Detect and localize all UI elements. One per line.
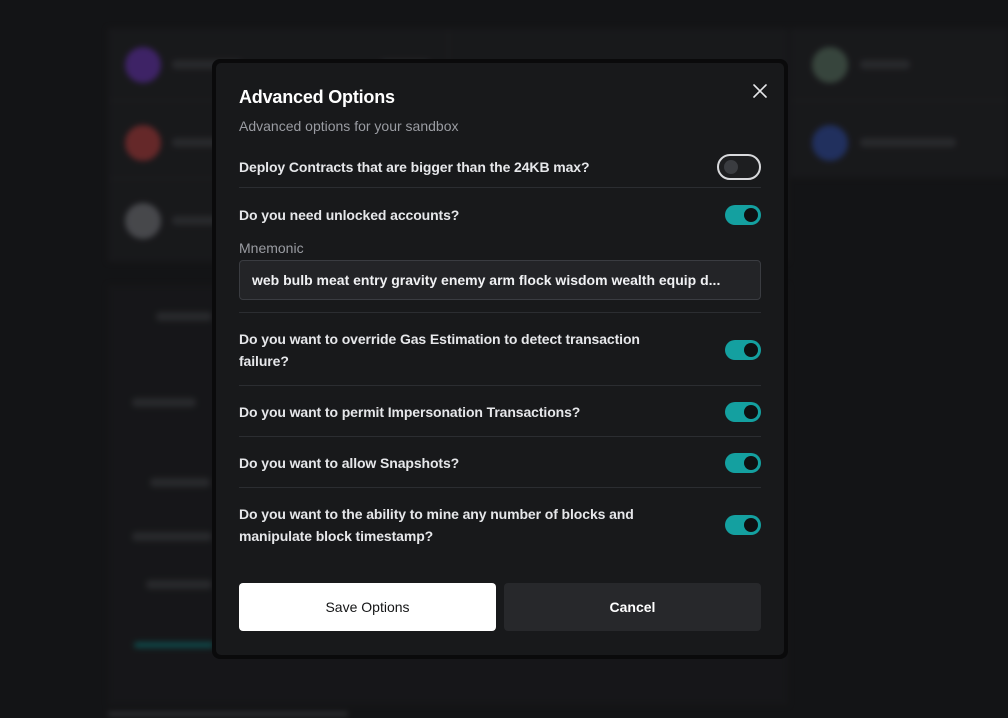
option-mine-blocks: Do you want to the ability to mine any n… — [239, 503, 761, 547]
option-impersonation: Do you want to permit Impersonation Tran… — [239, 401, 761, 423]
mnemonic-label: Mnemonic — [239, 240, 304, 256]
toggle-knob — [744, 405, 758, 419]
modal-body: Advanced Options Advanced options for yo… — [216, 63, 784, 655]
toggle-knob — [724, 160, 738, 174]
toggle-knob — [744, 343, 758, 357]
toggle-knob — [744, 456, 758, 470]
option-label: Do you need unlocked accounts? — [239, 207, 460, 223]
divider — [239, 187, 761, 188]
option-label: Do you want to permit Impersonation Tran… — [239, 404, 581, 420]
divider — [239, 312, 761, 313]
toggle-large-contracts[interactable] — [717, 154, 761, 180]
close-button[interactable] — [748, 79, 772, 103]
mnemonic-input[interactable] — [239, 260, 761, 300]
close-icon — [753, 84, 767, 98]
save-options-button[interactable]: Save Options — [239, 583, 496, 631]
toggle-unlocked-accounts[interactable] — [725, 205, 761, 225]
toggle-mine-blocks[interactable] — [725, 515, 761, 535]
modal-title: Advanced Options — [239, 87, 395, 107]
divider — [239, 385, 761, 386]
toggle-knob — [744, 208, 758, 222]
option-label: Deploy Contracts that are bigger than th… — [239, 159, 590, 175]
option-label: Do you want to allow Snapshots? — [239, 455, 460, 471]
toggle-knob — [744, 518, 758, 532]
option-snapshots: Do you want to allow Snapshots? — [239, 452, 761, 474]
divider — [239, 436, 761, 437]
option-large-contracts: Deploy Contracts that are bigger than th… — [239, 152, 761, 182]
toggle-snapshots[interactable] — [725, 453, 761, 473]
option-label: Do you want to the ability to mine any n… — [239, 506, 634, 544]
divider — [239, 487, 761, 488]
option-label: Do you want to override Gas Estimation t… — [239, 331, 640, 369]
cancel-button[interactable]: Cancel — [504, 583, 761, 631]
modal-subtitle: Advanced options for your sandbox — [239, 118, 459, 134]
toggle-gas-estimation[interactable] — [725, 340, 761, 360]
advanced-options-modal: Advanced Options Advanced options for yo… — [212, 59, 788, 659]
option-unlocked-accounts: Do you need unlocked accounts? — [239, 204, 761, 226]
toggle-impersonation[interactable] — [725, 402, 761, 422]
option-gas-estimation: Do you want to override Gas Estimation t… — [239, 328, 761, 372]
